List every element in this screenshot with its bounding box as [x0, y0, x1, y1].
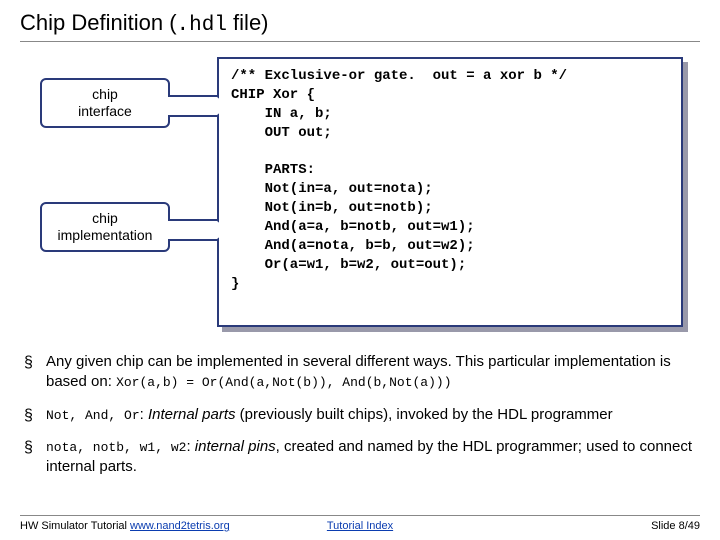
footer-left: HW Simulator Tutorial www.nand2tetris.or…: [20, 520, 230, 532]
code-text: /** Exclusive-or gate. out = a xor b */ …: [231, 68, 567, 292]
bullet-1: Any given chip can be implemented in sev…: [24, 352, 700, 393]
callout-chip-interface: chip interface: [40, 78, 170, 128]
bullet-3-code: nota, notb, w1, w2: [46, 440, 186, 455]
callout-implementation-label: chip implementation: [58, 210, 153, 243]
bullet-2-a: :: [140, 406, 148, 423]
bullet-2-italic: Internal parts: [148, 406, 236, 423]
title-post: file): [227, 10, 269, 35]
slide-title: Chip Definition (.hdl file): [20, 10, 700, 42]
bullet-1-code: Xor(a,b) = Or(And(a,Not(b)), And(b,Not(a…: [116, 375, 451, 390]
pointer-icon: [168, 219, 218, 241]
bullet-2-b: (previously built chips), invoked by the…: [236, 406, 613, 423]
callout-interface-label: chip interface: [78, 86, 132, 119]
footer-slide-number: Slide 8/49: [651, 520, 700, 532]
pointer-icon: [168, 95, 218, 117]
footer: HW Simulator Tutorial www.nand2tetris.or…: [20, 515, 700, 532]
bullet-2-code: Not, And, Or: [46, 408, 140, 423]
footer-tutorial-index-link[interactable]: Tutorial Index: [327, 520, 393, 532]
bullet-list: Any given chip can be implemented in sev…: [20, 352, 700, 477]
footer-link[interactable]: www.nand2tetris.org: [130, 520, 230, 532]
bullet-3-italic: internal pins: [195, 438, 276, 455]
code-box: /** Exclusive-or gate. out = a xor b */ …: [217, 57, 683, 327]
footer-left-text: HW Simulator Tutorial: [20, 520, 130, 532]
callout-chip-implementation: chip implementation: [40, 202, 170, 252]
bullet-2: Not, And, Or: Internal parts (previously…: [24, 405, 700, 425]
title-mono: .hdl: [177, 14, 227, 37]
bullet-3: nota, notb, w1, w2: internal pins, creat…: [24, 437, 700, 478]
title-pre: Chip Definition (: [20, 10, 177, 35]
bullet-3-a: :: [186, 438, 194, 455]
diagram-area: chip interface chip implementation /** E…: [20, 56, 700, 344]
